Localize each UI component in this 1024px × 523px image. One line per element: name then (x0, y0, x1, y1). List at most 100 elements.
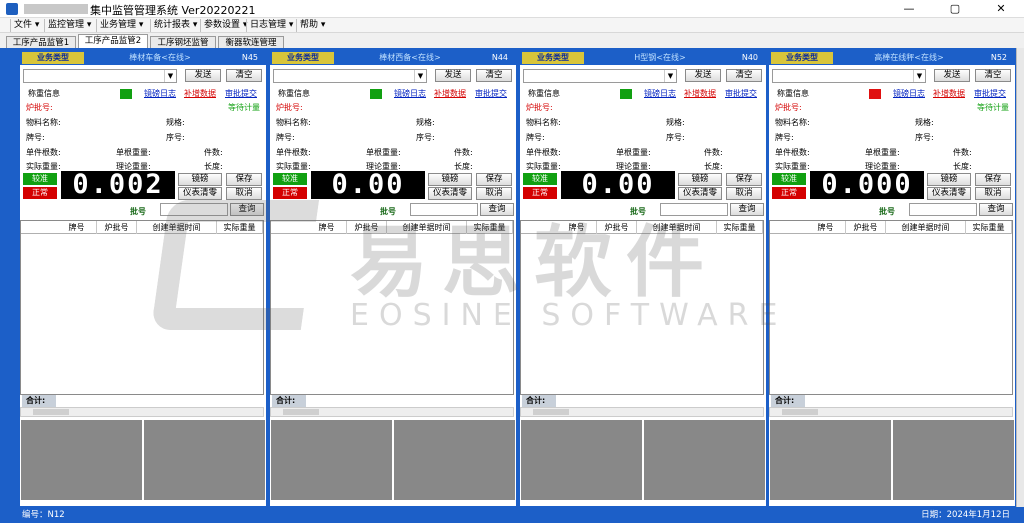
column-actual-weight[interactable]: 实际重量 (717, 221, 763, 234)
minimize-button[interactable]: — (886, 0, 932, 18)
lock-button[interactable]: 镜磅 (927, 173, 971, 186)
lock-button[interactable]: 镜磅 (178, 173, 222, 186)
supplement-link[interactable]: 补增数据 (184, 89, 216, 99)
record-table[interactable]: 牌号 炉批号 创建单据时间 实际重量 (270, 220, 514, 395)
biz-type-tag[interactable]: 业务类型 (522, 52, 584, 64)
scroll-thumb[interactable] (533, 409, 569, 415)
menu-monitor[interactable]: 监控管理 ▾ (44, 19, 94, 32)
table-horizontal-scrollbar[interactable] (20, 407, 264, 417)
batch-input[interactable] (410, 203, 478, 216)
column-create-time[interactable]: 创建单据时间 (387, 221, 467, 234)
chevron-down-icon[interactable]: ▼ (414, 70, 426, 82)
biz-type-tag[interactable]: 业务类型 (22, 52, 84, 64)
furnace-batch-label: 炉批号: (775, 103, 802, 112)
weigh-log-link[interactable]: 镜磅日志 (893, 89, 925, 99)
tab-product-monitor-2[interactable]: 工序产品监管2 (78, 34, 148, 49)
batch-input[interactable] (160, 203, 228, 216)
column-brand[interactable]: 牌号 (557, 221, 597, 234)
column-furnace-batch[interactable]: 炉批号 (846, 221, 886, 234)
supplement-link[interactable]: 补增数据 (434, 89, 466, 99)
cancel-button[interactable]: 取消 (226, 187, 262, 200)
supplement-link[interactable]: 补增数据 (684, 89, 716, 99)
column-brand[interactable]: 牌号 (806, 221, 846, 234)
column-furnace-batch[interactable]: 炉批号 (347, 221, 387, 234)
cancel-button[interactable]: 取消 (726, 187, 762, 200)
scroll-thumb[interactable] (33, 409, 69, 415)
weigh-log-link[interactable]: 镜磅日志 (144, 89, 176, 99)
clear-button[interactable]: 清空 (226, 69, 262, 82)
piece-count-label: 单件根数: (526, 148, 561, 157)
command-select[interactable]: ▼ (772, 69, 926, 83)
batch-input[interactable] (660, 203, 728, 216)
send-button[interactable]: 发送 (934, 69, 970, 82)
biz-type-tag[interactable]: 业务类型 (771, 52, 833, 64)
menu-logs[interactable]: 日志管理 ▾ (246, 19, 296, 32)
column-create-time[interactable]: 创建单据时间 (137, 221, 217, 234)
clear-button[interactable]: 清空 (726, 69, 762, 82)
column-furnace-batch[interactable]: 炉批号 (597, 221, 637, 234)
command-select[interactable]: ▼ (523, 69, 677, 83)
chevron-down-icon[interactable]: ▼ (164, 70, 176, 82)
approve-link[interactable]: 审批提交 (725, 89, 757, 99)
approve-link[interactable]: 审批提交 (225, 89, 257, 99)
save-button[interactable]: 保存 (476, 173, 512, 186)
biz-type-tag[interactable]: 业务类型 (272, 52, 334, 64)
query-button[interactable]: 查询 (979, 203, 1013, 216)
query-button[interactable]: 查询 (730, 203, 764, 216)
main-vertical-scrollbar[interactable] (1016, 48, 1024, 507)
menu-settings[interactable]: 参数设置 ▾ (200, 19, 250, 32)
column-create-time[interactable]: 创建单据时间 (637, 221, 717, 234)
save-button[interactable]: 保存 (726, 173, 762, 186)
column-actual-weight[interactable]: 实际重量 (966, 221, 1012, 234)
reset-meter-button[interactable]: 仪表清零 (927, 187, 971, 200)
clear-button[interactable]: 清空 (975, 69, 1011, 82)
command-select[interactable]: ▼ (23, 69, 177, 83)
send-button[interactable]: 发送 (685, 69, 721, 82)
chevron-down-icon[interactable]: ▼ (664, 70, 676, 82)
command-select[interactable]: ▼ (273, 69, 427, 83)
weigh-log-link[interactable]: 镜磅日志 (644, 89, 676, 99)
supplement-link[interactable]: 补增数据 (933, 89, 965, 99)
reset-meter-button[interactable]: 仪表清零 (678, 187, 722, 200)
column-furnace-batch[interactable]: 炉批号 (97, 221, 137, 234)
save-button[interactable]: 保存 (226, 173, 262, 186)
spec-label: 规格: (915, 118, 934, 127)
menu-reports[interactable]: 统计报表 ▾ (150, 19, 200, 32)
table-horizontal-scrollbar[interactable] (769, 407, 1013, 417)
chevron-down-icon[interactable]: ▼ (913, 70, 925, 82)
table-horizontal-scrollbar[interactable] (520, 407, 764, 417)
record-table[interactable]: 牌号 炉批号 创建单据时间 实际重量 (520, 220, 764, 395)
reset-meter-button[interactable]: 仪表清零 (178, 187, 222, 200)
save-button[interactable]: 保存 (975, 173, 1011, 186)
approve-link[interactable]: 审批提交 (974, 89, 1006, 99)
scroll-thumb[interactable] (782, 409, 818, 415)
menu-file[interactable]: 文件 ▾ (10, 19, 42, 32)
send-button[interactable]: 发送 (435, 69, 471, 82)
approve-link[interactable]: 审批提交 (475, 89, 507, 99)
lock-button[interactable]: 镜磅 (428, 173, 472, 186)
column-brand[interactable]: 牌号 (57, 221, 97, 234)
maximize-button[interactable]: ▢ (932, 0, 978, 18)
cancel-button[interactable]: 取消 (476, 187, 512, 200)
column-actual-weight[interactable]: 实际重量 (467, 221, 513, 234)
column-brand[interactable]: 牌号 (307, 221, 347, 234)
menu-business[interactable]: 业务管理 ▾ (96, 19, 146, 32)
scroll-thumb[interactable] (283, 409, 319, 415)
column-create-time[interactable]: 创建单据时间 (886, 221, 966, 234)
menu-help[interactable]: 帮助 ▾ (296, 19, 328, 32)
send-button[interactable]: 发送 (185, 69, 221, 82)
column-actual-weight[interactable]: 实际重量 (217, 221, 263, 234)
query-button[interactable]: 查询 (480, 203, 514, 216)
weigh-info-label: 称重信息 (528, 89, 560, 98)
table-horizontal-scrollbar[interactable] (270, 407, 514, 417)
close-button[interactable]: ✕ (978, 0, 1024, 18)
weigh-log-link[interactable]: 镜磅日志 (394, 89, 426, 99)
reset-meter-button[interactable]: 仪表清零 (428, 187, 472, 200)
batch-input[interactable] (909, 203, 977, 216)
record-table[interactable]: 牌号 炉批号 创建单据时间 实际重量 (769, 220, 1013, 395)
cancel-button[interactable]: 取消 (975, 187, 1011, 200)
query-button[interactable]: 查询 (230, 203, 264, 216)
clear-button[interactable]: 清空 (476, 69, 512, 82)
record-table[interactable]: 牌号 炉批号 创建单据时间 实际重量 (20, 220, 264, 395)
lock-button[interactable]: 镜磅 (678, 173, 722, 186)
